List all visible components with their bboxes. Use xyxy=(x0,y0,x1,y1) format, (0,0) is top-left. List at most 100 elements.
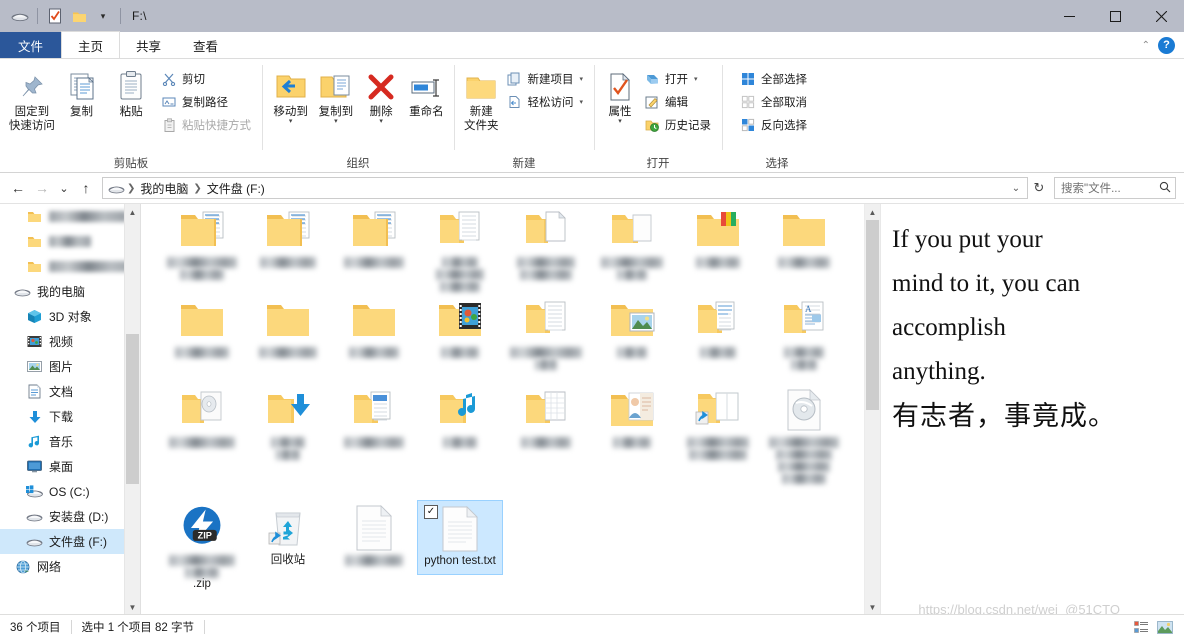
details-view-button[interactable] xyxy=(1130,617,1152,637)
file-list-pane[interactable]: A ZIP .zip 回收站 ✓ python test.txt ▲ ▼ xyxy=(141,204,880,615)
sidebar-item-文档[interactable]: 文档 xyxy=(0,379,140,404)
open-dropdown-icon[interactable]: ▾ xyxy=(694,75,698,83)
open-button[interactable]: 打开 ▾ xyxy=(640,68,715,90)
recent-locations-button[interactable]: ⌄ xyxy=(54,176,74,200)
file-item[interactable] xyxy=(589,296,675,358)
sidebar-item-osc[interactable]: OS (C:) xyxy=(0,479,140,504)
delete-button[interactable]: 删除 ▾ xyxy=(361,65,402,125)
sidebar-item-安装盘d[interactable]: 安装盘 (D:) xyxy=(0,504,140,529)
delete-caret-icon[interactable]: ▾ xyxy=(379,118,383,125)
file-item[interactable] xyxy=(417,206,503,292)
file-item[interactable] xyxy=(331,296,417,358)
sidebar-item-桌面[interactable]: 桌面 xyxy=(0,454,140,479)
properties-button[interactable]: 属性 ▾ xyxy=(602,65,638,125)
large-icons-view-button[interactable] xyxy=(1154,617,1176,637)
file-item[interactable] xyxy=(503,386,589,448)
minimize-button[interactable] xyxy=(1046,0,1092,32)
properties-caret-icon[interactable]: ▾ xyxy=(618,118,622,125)
file-item[interactable] xyxy=(675,386,761,460)
sidebar-item-视频[interactable]: 视频 xyxy=(0,329,140,354)
breadcrumb-item-computer[interactable]: 我的电脑 xyxy=(137,180,191,197)
file-item[interactable] xyxy=(331,386,417,448)
sidebar-item-我的电脑[interactable]: 我的电脑 xyxy=(0,279,140,304)
nav-scroll-up-icon[interactable]: ▲ xyxy=(125,204,140,220)
edit-button[interactable]: 编辑 xyxy=(640,91,715,113)
file-item[interactable]: A xyxy=(761,296,847,370)
sidebar-item-文件盘f[interactable]: 文件盘 (F:) xyxy=(0,529,140,554)
forward-button[interactable]: → xyxy=(30,176,54,200)
nav-scroll-down-icon[interactable]: ▼ xyxy=(125,599,140,615)
rename-button[interactable]: 重命名 xyxy=(406,65,447,119)
file-item[interactable] xyxy=(245,386,331,460)
file-scroll-thumb[interactable] xyxy=(866,220,879,410)
address-dropdown-icon[interactable]: ⌄ xyxy=(1007,183,1025,194)
paste-shortcut-button[interactable]: 粘贴快捷方式 xyxy=(157,114,255,136)
file-item[interactable] xyxy=(761,386,847,484)
file-item[interactable] xyxy=(675,206,761,268)
select-none-button[interactable]: 全部取消 xyxy=(736,91,811,113)
file-item[interactable] xyxy=(675,296,761,358)
file-item-selected[interactable]: ✓ python test.txt xyxy=(417,500,503,575)
move-to-caret-icon[interactable]: ▾ xyxy=(289,118,293,125)
breadcrumb-item-drive-f[interactable]: 文件盘 (F:) xyxy=(204,180,268,197)
up-button[interactable]: ↑ xyxy=(74,176,98,200)
file-scroll-up-icon[interactable]: ▲ xyxy=(865,204,880,220)
file-scroll-down-icon[interactable]: ▼ xyxy=(865,599,880,615)
move-to-button[interactable]: 移动到 ▾ xyxy=(270,65,311,125)
file-item[interactable] xyxy=(245,296,331,358)
history-button[interactable]: 历史记录 xyxy=(640,114,715,136)
select-all-button[interactable]: 全部选择 xyxy=(736,68,811,90)
sidebar-item-下载[interactable]: 下载 xyxy=(0,404,140,429)
new-item-dropdown-icon[interactable]: ▾ xyxy=(579,75,583,83)
file-scrollbar[interactable]: ▲ ▼ xyxy=(864,204,880,615)
easy-access-button[interactable]: 轻松访问 ▾ xyxy=(502,91,587,113)
sidebar-item-网络[interactable]: 网络 xyxy=(0,554,140,579)
tab-home[interactable]: 主页 xyxy=(61,31,121,58)
file-item[interactable] xyxy=(331,206,417,268)
file-item[interactable] xyxy=(417,386,503,448)
file-item[interactable] xyxy=(159,296,245,358)
file-item[interactable] xyxy=(589,206,675,280)
sidebar-item-图片[interactable]: 图片 xyxy=(0,354,140,379)
drive-icon[interactable] xyxy=(8,4,32,28)
customize-qat-caret[interactable]: ▾ xyxy=(91,4,115,28)
file-item[interactable] xyxy=(503,206,589,280)
close-button[interactable] xyxy=(1138,0,1184,32)
pin-to-quick-access-button[interactable]: 固定到 快速访问 xyxy=(8,65,56,133)
new-folder-icon[interactable] xyxy=(67,4,91,28)
maximize-button[interactable] xyxy=(1092,0,1138,32)
sidebar-item-0[interactable] xyxy=(0,204,140,229)
breadcrumb-separator-1[interactable]: ❯ xyxy=(191,183,203,194)
search-input[interactable]: 搜索"文件... xyxy=(1054,177,1176,199)
sidebar-item-2[interactable] xyxy=(0,254,140,279)
breadcrumb[interactable]: ❯ 我的电脑 ❯ 文件盘 (F:) ⌄ xyxy=(102,177,1028,199)
paste-button[interactable]: 粘贴 xyxy=(107,65,155,119)
sidebar-item-音乐[interactable]: 音乐 xyxy=(0,429,140,454)
cut-button[interactable]: 剪切 xyxy=(157,68,255,90)
file-item[interactable] xyxy=(589,386,675,448)
breadcrumb-separator-0[interactable]: ❯ xyxy=(125,183,137,194)
back-button[interactable]: ← xyxy=(6,176,30,200)
refresh-button[interactable]: ↻ xyxy=(1028,177,1050,199)
file-item[interactable] xyxy=(159,206,245,280)
copy-to-caret-icon[interactable]: ▾ xyxy=(334,118,338,125)
file-item[interactable]: 回收站 xyxy=(245,504,331,567)
navigation-scrollbar[interactable]: ▲ ▼ xyxy=(124,204,140,615)
file-item[interactable]: ZIP .zip xyxy=(159,504,245,591)
new-item-button[interactable]: 新建项目 ▾ xyxy=(502,68,587,90)
easy-access-dropdown-icon[interactable]: ▾ xyxy=(579,98,583,106)
invert-selection-button[interactable]: 反向选择 xyxy=(736,114,811,136)
file-item[interactable] xyxy=(503,296,589,370)
new-folder-button[interactable]: 新建 文件夹 xyxy=(462,65,500,133)
file-item[interactable] xyxy=(331,504,417,566)
sidebar-item-3d对象[interactable]: 3D 对象 xyxy=(0,304,140,329)
collapse-ribbon-icon[interactable]: ⌃ xyxy=(1142,40,1150,51)
tab-share[interactable]: 共享 xyxy=(120,32,177,58)
file-item[interactable] xyxy=(417,296,503,358)
copy-to-button[interactable]: 复制到 ▾ xyxy=(315,65,356,125)
properties-check-icon[interactable] xyxy=(43,4,67,28)
tab-file[interactable]: 文件 xyxy=(0,32,62,58)
copy-path-button[interactable]: 复制路径 xyxy=(157,91,255,113)
nav-scroll-thumb[interactable] xyxy=(126,334,139,484)
file-item[interactable] xyxy=(159,386,245,448)
